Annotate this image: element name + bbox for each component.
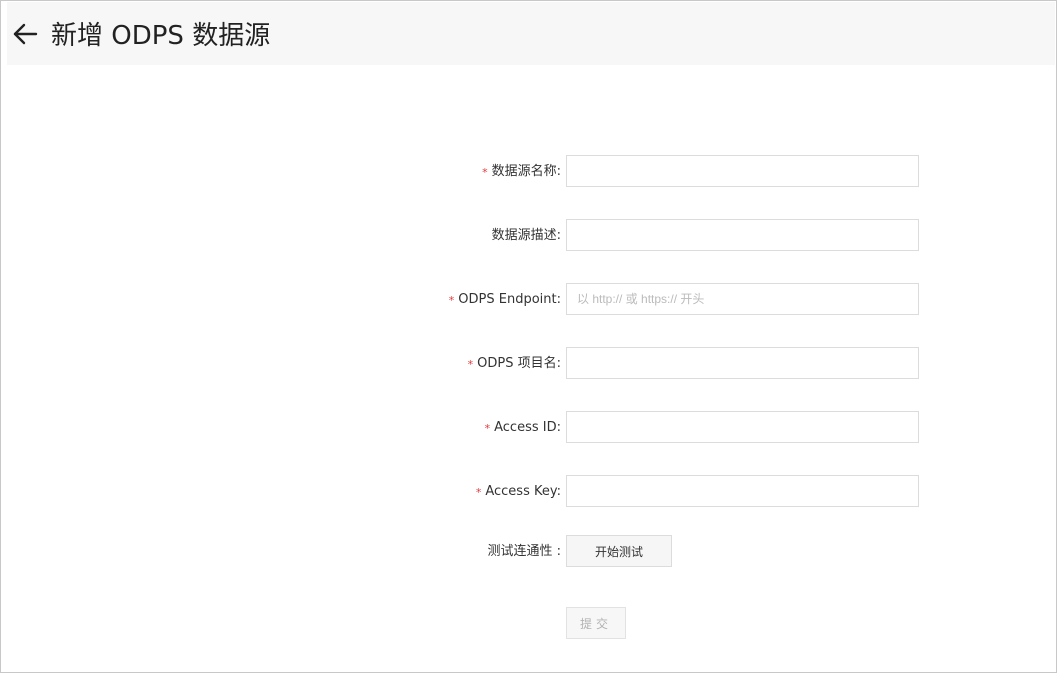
field-label-text: 数据源描述 <box>491 228 557 243</box>
access-id-input[interactable] <box>566 411 919 443</box>
field-label: * Access ID: <box>485 419 561 437</box>
required-mark: * <box>448 294 455 307</box>
submit-button[interactable]: 提交 <box>566 607 626 639</box>
label-colon: : <box>556 228 561 243</box>
field-label-text: Access Key <box>485 484 557 499</box>
arrow-left-icon[interactable] <box>11 20 39 48</box>
access-key-input[interactable] <box>566 475 919 507</box>
field-label: * ODPS Endpoint: <box>449 291 561 309</box>
field-label: 数据源描述: <box>492 227 561 245</box>
datasource-name-input[interactable] <box>566 155 919 187</box>
page-header: 新增 ODPS 数据源 <box>7 2 1055 65</box>
field-label-text: ODPS Endpoint <box>458 292 557 307</box>
datasource-description-input[interactable] <box>566 219 919 251</box>
start-test-button[interactable]: 开始测试 <box>566 535 672 567</box>
odps-project-input[interactable] <box>566 347 919 379</box>
label-colon: : <box>556 356 561 371</box>
field-label-text: 数据源名称 <box>491 164 557 179</box>
label-colon: : <box>556 420 561 435</box>
label-colon: : <box>556 164 561 179</box>
required-mark: * <box>467 358 474 371</box>
page-frame: 新增 ODPS 数据源 * 数据源名称: 数据源描述: * ODPS Endpoin… <box>0 0 1057 673</box>
required-mark: * <box>484 422 491 435</box>
field-label-text: ODPS 项目名 <box>477 356 557 371</box>
label-colon: : <box>556 484 561 499</box>
connectivity-label: 测试连通性 : <box>487 544 561 559</box>
page-title: 新增 ODPS 数据源 <box>51 21 271 51</box>
label-colon: : <box>556 292 561 307</box>
field-label: * Access Key: <box>476 483 561 501</box>
odps-endpoint-input[interactable] <box>566 283 919 315</box>
required-mark: * <box>475 486 482 499</box>
back-button[interactable] <box>11 20 39 48</box>
field-label: * 数据源名称: <box>482 163 561 181</box>
field-label-text: Access ID <box>494 420 557 435</box>
field-label: * ODPS 项目名: <box>468 355 561 373</box>
required-mark: * <box>482 166 488 179</box>
